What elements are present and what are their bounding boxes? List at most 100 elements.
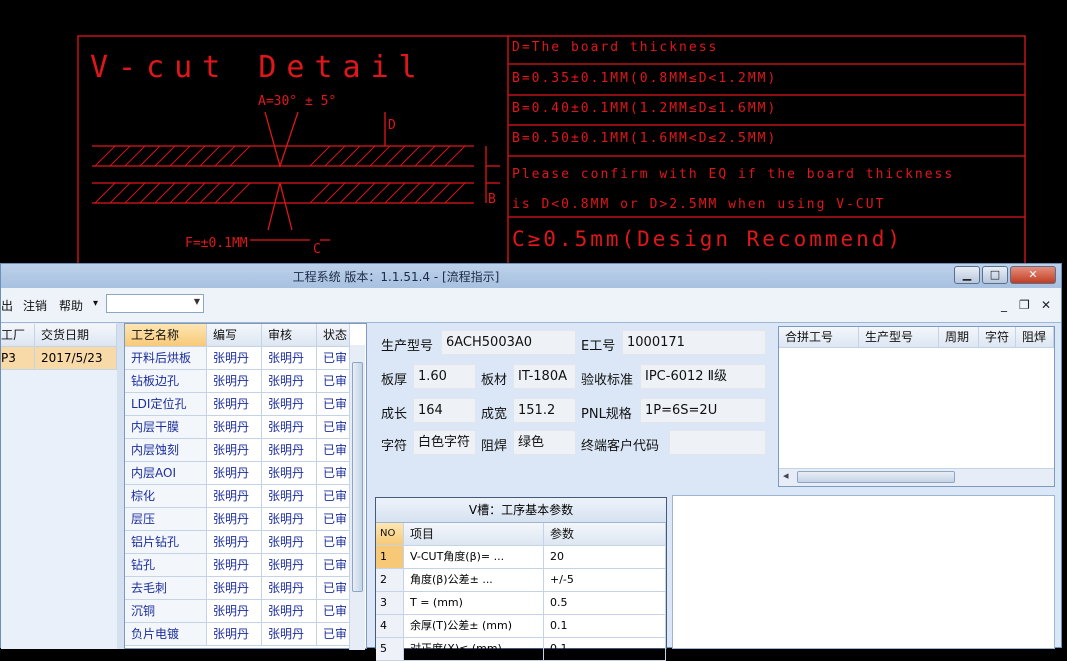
col-header-merge-model[interactable]: 生产型号 bbox=[859, 327, 939, 348]
status-cell[interactable]: 已审 bbox=[317, 485, 350, 508]
author-cell[interactable]: 张明丹 bbox=[207, 416, 262, 439]
author-cell[interactable]: 张明丹 bbox=[207, 554, 262, 577]
menu-logout[interactable]: 注销 bbox=[23, 297, 47, 314]
panel-splitter[interactable] bbox=[117, 323, 124, 649]
item-cell[interactable]: T = (mm) bbox=[404, 592, 544, 615]
mdi-minimize-button[interactable]: _ bbox=[1001, 298, 1007, 312]
item-cell[interactable]: 余厚(T)公差± (mm) bbox=[404, 615, 544, 638]
order-row-factory[interactable]: P3 bbox=[1, 347, 35, 370]
reviewer-cell[interactable]: 张明丹 bbox=[262, 600, 317, 623]
col-header-char[interactable]: 字符 bbox=[979, 327, 1016, 348]
col-header-merge-no[interactable]: 合拼工号 bbox=[779, 327, 859, 348]
title-bar[interactable]: 工程系统 版本：1.1.51.4 - [流程指示] ▁ □ ✕ bbox=[1, 264, 1061, 288]
row-no-cell[interactable]: 3 bbox=[376, 592, 404, 615]
status-cell[interactable]: 已审 bbox=[317, 370, 350, 393]
process-name-cell[interactable]: LDI定位孔 bbox=[125, 393, 207, 416]
order-row-date[interactable]: 2017/5/23 bbox=[35, 347, 117, 370]
param-cell[interactable]: 0.1 bbox=[544, 638, 666, 661]
author-cell[interactable]: 张明丹 bbox=[207, 370, 262, 393]
process-name-cell[interactable]: 内层干膜 bbox=[125, 416, 207, 439]
param-cell[interactable]: 0.1 bbox=[544, 615, 666, 638]
reviewer-cell[interactable]: 张明丹 bbox=[262, 531, 317, 554]
col-header-process-name[interactable]: 工艺名称 bbox=[125, 324, 207, 347]
status-cell[interactable]: 已审 bbox=[317, 347, 350, 370]
field-thickness[interactable]: 1.60 bbox=[413, 364, 476, 389]
reviewer-cell[interactable]: 张明丹 bbox=[262, 623, 317, 646]
status-cell[interactable]: 已审 bbox=[317, 577, 350, 600]
col-header-status[interactable]: 状态 bbox=[317, 324, 350, 347]
col-header-delivery-date[interactable]: 交货日期 bbox=[35, 324, 117, 347]
field-char[interactable]: 白色字符 bbox=[413, 430, 476, 455]
process-name-cell[interactable]: 负片电镀 bbox=[125, 623, 207, 646]
status-cell[interactable]: 已审 bbox=[317, 462, 350, 485]
status-cell[interactable]: 已审 bbox=[317, 623, 350, 646]
process-name-cell[interactable]: 去毛刺 bbox=[125, 577, 207, 600]
author-cell[interactable]: 张明丹 bbox=[207, 600, 262, 623]
mdi-restore-button[interactable]: ❐ bbox=[1019, 298, 1030, 312]
row-no-cell[interactable]: 1 bbox=[376, 546, 404, 569]
field-mask[interactable]: 绿色 bbox=[513, 430, 576, 455]
row-no-cell[interactable]: 5 bbox=[376, 638, 404, 661]
item-cell[interactable]: 对正度(X)≤ (mm) bbox=[404, 638, 544, 661]
scrollbar-thumb[interactable] bbox=[352, 362, 363, 592]
field-pnl[interactable]: 1P=6S=2U bbox=[640, 398, 766, 423]
reviewer-cell[interactable]: 张明丹 bbox=[262, 508, 317, 531]
process-name-cell[interactable]: 层压 bbox=[125, 508, 207, 531]
process-name-cell[interactable]: 铝片钻孔 bbox=[125, 531, 207, 554]
col-header-cycle[interactable]: 周期 bbox=[939, 327, 979, 348]
col-header-no[interactable]: NO bbox=[376, 523, 404, 546]
author-cell[interactable]: 张明丹 bbox=[207, 393, 262, 416]
row-no-cell[interactable]: 4 bbox=[376, 615, 404, 638]
col-header-mask[interactable]: 阻焊 bbox=[1016, 327, 1054, 348]
col-header-item[interactable]: 项目 bbox=[404, 523, 544, 546]
author-cell[interactable]: 张明丹 bbox=[207, 508, 262, 531]
process-name-cell[interactable]: 钻孔 bbox=[125, 554, 207, 577]
reviewer-cell[interactable]: 张明丹 bbox=[262, 347, 317, 370]
process-name-cell[interactable]: 棕化 bbox=[125, 485, 207, 508]
process-scrollbar[interactable] bbox=[349, 345, 365, 650]
status-cell[interactable]: 已审 bbox=[317, 531, 350, 554]
reviewer-cell[interactable]: 张明丹 bbox=[262, 393, 317, 416]
col-header-reviewer[interactable]: 审核 bbox=[262, 324, 317, 347]
toolbar-combo[interactable]: ▼ bbox=[106, 294, 204, 313]
field-standard[interactable]: IPC-6012 Ⅱ级 bbox=[640, 364, 766, 389]
minimize-button[interactable]: ▁ bbox=[954, 266, 980, 284]
field-length[interactable]: 164 bbox=[413, 398, 476, 423]
menu-help[interactable]: 帮助 bbox=[59, 297, 83, 314]
reviewer-cell[interactable]: 张明丹 bbox=[262, 577, 317, 600]
status-cell[interactable]: 已审 bbox=[317, 393, 350, 416]
reviewer-cell[interactable]: 张明丹 bbox=[262, 462, 317, 485]
author-cell[interactable]: 张明丹 bbox=[207, 531, 262, 554]
reviewer-cell[interactable]: 张明丹 bbox=[262, 416, 317, 439]
process-name-cell[interactable]: 内层蚀刻 bbox=[125, 439, 207, 462]
status-cell[interactable]: 已审 bbox=[317, 600, 350, 623]
reviewer-cell[interactable]: 张明丹 bbox=[262, 485, 317, 508]
menu-exit[interactable]: 出 bbox=[1, 297, 13, 314]
process-name-cell[interactable]: 内层AOI bbox=[125, 462, 207, 485]
mdi-close-button[interactable]: ✕ bbox=[1041, 298, 1051, 312]
process-name-cell[interactable]: 沉铜 bbox=[125, 600, 207, 623]
field-customer[interactable] bbox=[669, 430, 766, 455]
help-dropdown-icon[interactable]: ▾ bbox=[93, 298, 98, 309]
hscrollbar-thumb[interactable] bbox=[797, 471, 955, 483]
row-no-cell[interactable]: 2 bbox=[376, 569, 404, 592]
field-material[interactable]: IT-180A bbox=[513, 364, 576, 389]
scroll-left-icon[interactable]: ◂ bbox=[783, 469, 789, 482]
status-cell[interactable]: 已审 bbox=[317, 439, 350, 462]
col-header-author[interactable]: 编写 bbox=[207, 324, 262, 347]
item-cell[interactable]: V-CUT角度(β)= ... bbox=[404, 546, 544, 569]
author-cell[interactable]: 张明丹 bbox=[207, 347, 262, 370]
field-width[interactable]: 151.2 bbox=[513, 398, 576, 423]
field-model[interactable]: 6ACH5003A0 bbox=[441, 330, 576, 355]
param-cell[interactable]: +/-5 bbox=[544, 569, 666, 592]
process-name-cell[interactable]: 开料后烘板 bbox=[125, 347, 207, 370]
status-cell[interactable]: 已审 bbox=[317, 554, 350, 577]
author-cell[interactable]: 张明丹 bbox=[207, 577, 262, 600]
maximize-button[interactable]: □ bbox=[982, 266, 1008, 284]
col-header-param[interactable]: 参数 bbox=[544, 523, 666, 546]
item-cell[interactable]: 角度(β)公差± ... bbox=[404, 569, 544, 592]
col-header-factory[interactable]: 工厂 bbox=[1, 324, 35, 347]
author-cell[interactable]: 张明丹 bbox=[207, 462, 262, 485]
author-cell[interactable]: 张明丹 bbox=[207, 485, 262, 508]
author-cell[interactable]: 张明丹 bbox=[207, 439, 262, 462]
